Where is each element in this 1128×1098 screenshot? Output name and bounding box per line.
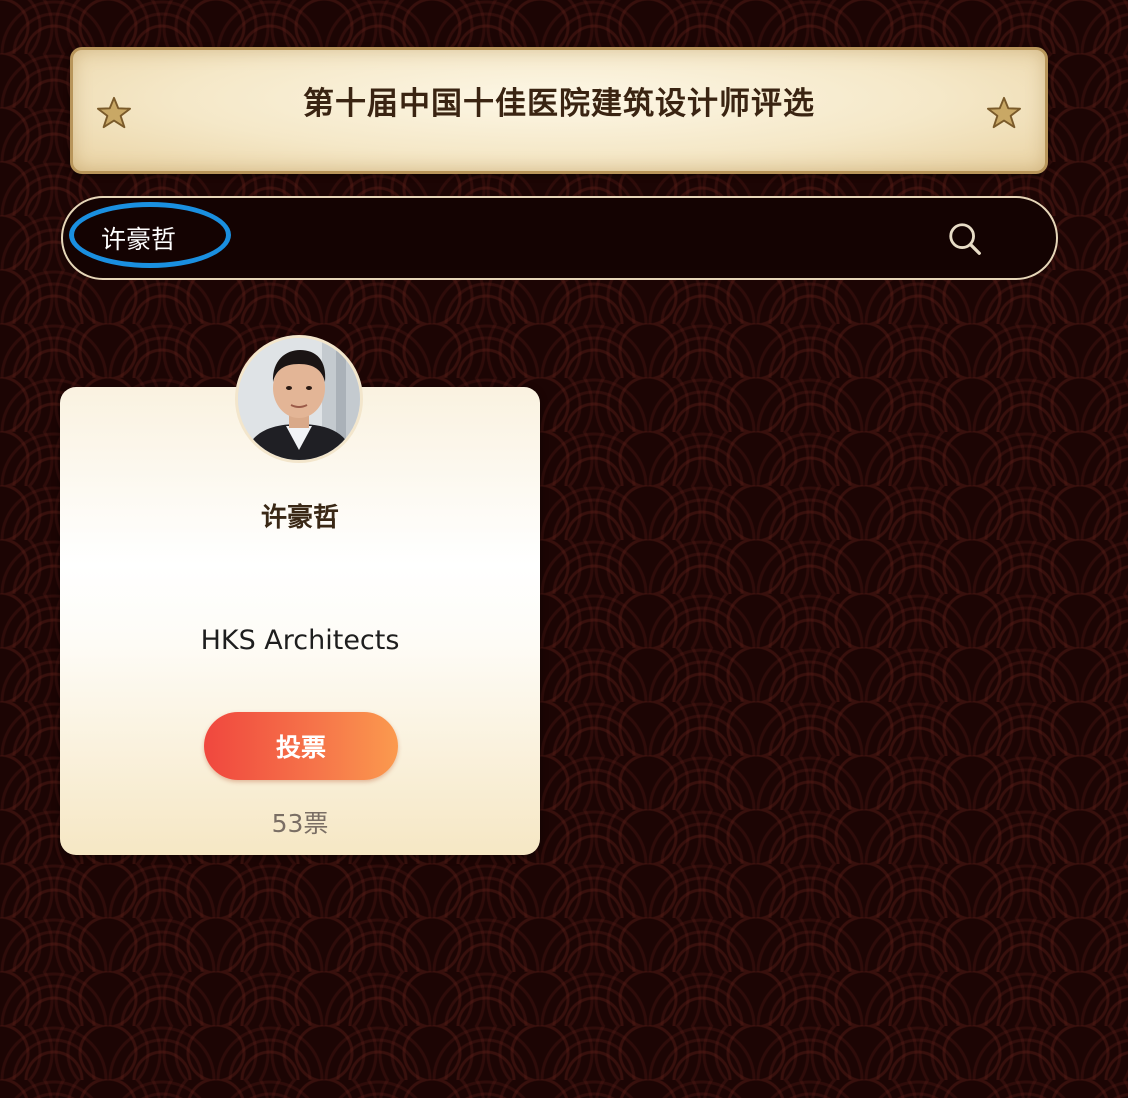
vote-count: 53票	[271, 809, 329, 838]
candidate-name: 许豪哲	[260, 503, 339, 533]
person-portrait-icon	[238, 338, 360, 460]
vote-button[interactable]: 投票	[204, 712, 398, 780]
candidate-company: HKS Architects	[200, 625, 400, 656]
page-title: 第十届中国十佳医院建筑设计师评选	[303, 86, 815, 122]
star-icon	[987, 96, 1021, 129]
search-icon[interactable]	[946, 220, 984, 258]
title-banner: 第十届中国十佳医院建筑设计师评选	[70, 47, 1048, 174]
search-bar	[61, 196, 1058, 280]
avatar	[235, 335, 363, 463]
search-input[interactable]	[101, 214, 901, 262]
